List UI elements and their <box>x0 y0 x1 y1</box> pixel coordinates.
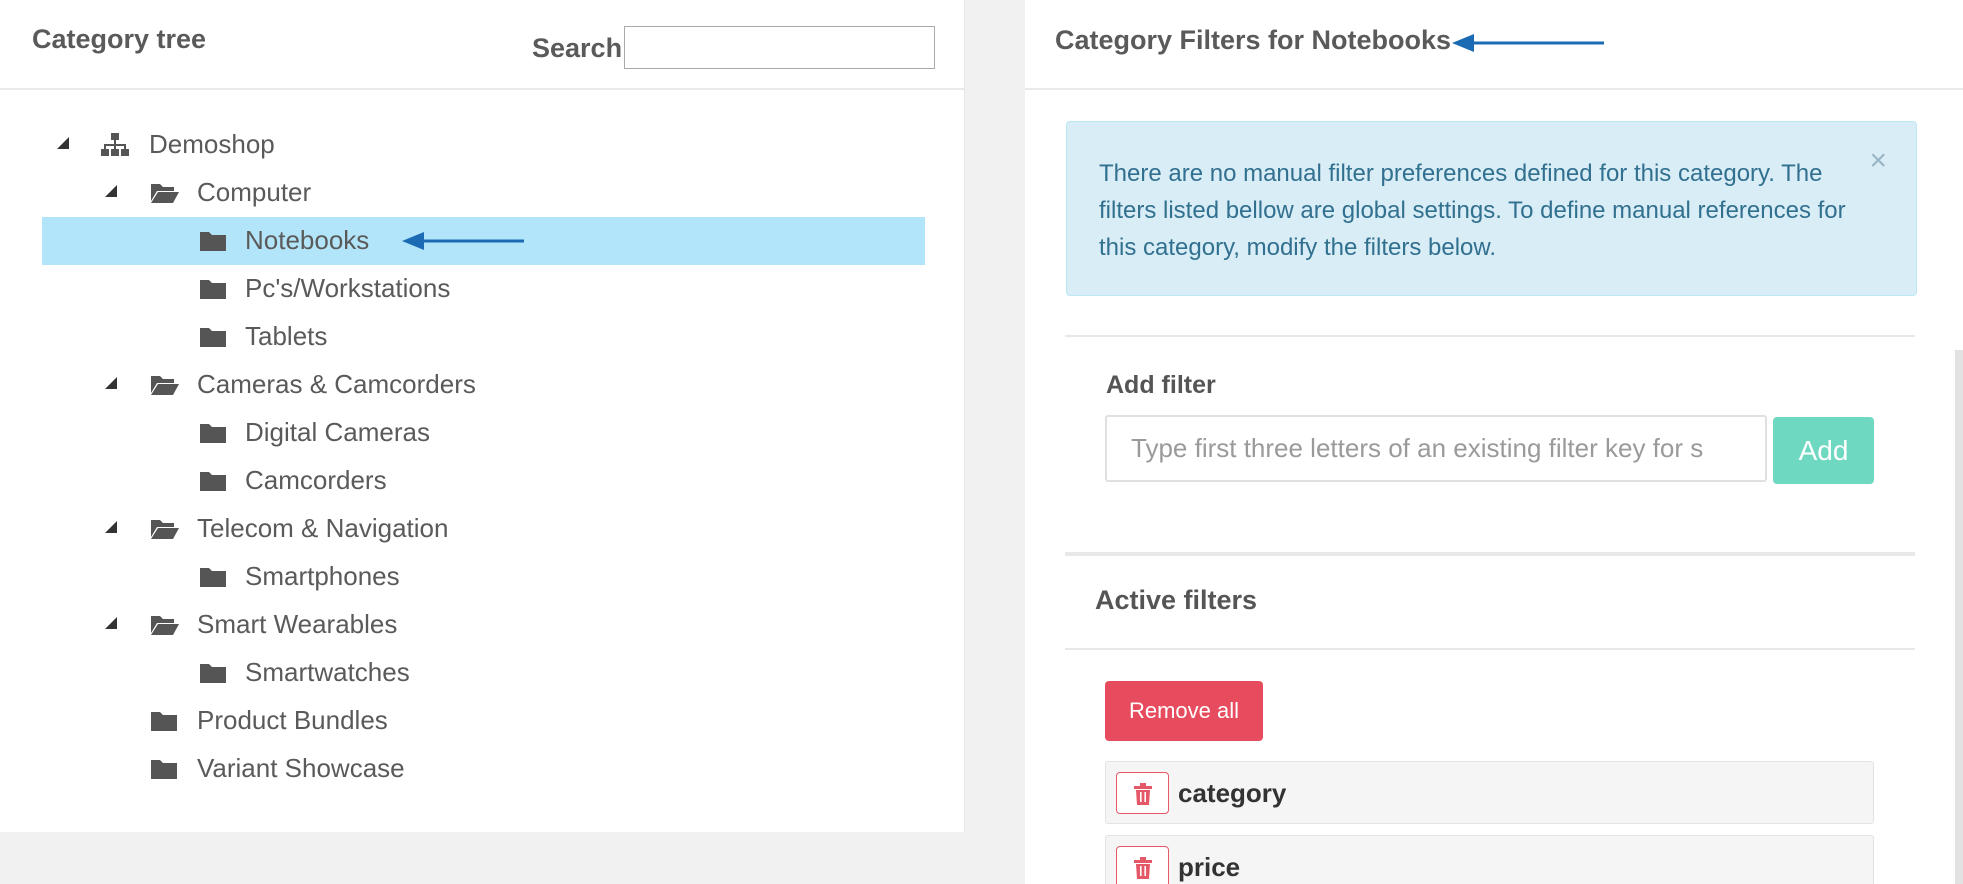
tree-node-smartwatches[interactable]: Smartwatches <box>42 649 925 697</box>
expand-toggle-icon[interactable] <box>105 521 117 533</box>
search-input[interactable] <box>624 26 935 69</box>
folder-open-icon <box>150 516 179 542</box>
sitemap-icon <box>101 132 129 158</box>
tree-node-computer[interactable]: Computer <box>42 169 925 217</box>
category-tree-panel: Category tree Search: Demoshop Computer … <box>0 0 965 832</box>
folder-open-icon <box>150 612 179 638</box>
tree-node-label[interactable]: Cameras & Camcorders <box>197 369 476 400</box>
divider <box>1065 648 1915 650</box>
active-filter-row: price <box>1105 835 1874 884</box>
tree-node-label[interactable]: Camcorders <box>245 465 387 496</box>
folder-open-icon <box>150 180 179 206</box>
tree-node-label[interactable]: Demoshop <box>149 129 275 160</box>
close-icon[interactable]: × <box>1869 144 1887 178</box>
tree-node-label[interactable]: Pc's/Workstations <box>245 273 450 304</box>
folder-icon <box>199 276 227 302</box>
filter-name: category <box>1178 778 1287 808</box>
tree-node-smartphones[interactable]: Smartphones <box>42 553 925 601</box>
tree-node-label[interactable]: Smart Wearables <box>197 609 397 640</box>
tree-node-cameras-camcorders[interactable]: Cameras & Camcorders <box>42 361 925 409</box>
tree-node-variant-showcase[interactable]: Variant Showcase <box>42 745 925 793</box>
tree-node-label[interactable]: Tablets <box>245 321 327 352</box>
folder-icon <box>199 564 227 590</box>
expand-toggle-icon[interactable] <box>105 377 117 389</box>
tree-node-label[interactable]: Variant Showcase <box>197 753 405 784</box>
category-filters-panel: Category Filters for Notebooks There are… <box>1025 0 1963 884</box>
category-filters-title: Category Filters for Notebooks <box>1055 25 1452 55</box>
folder-icon <box>199 468 227 494</box>
folder-icon <box>199 324 227 350</box>
active-filter-row: category <box>1105 761 1874 824</box>
tree-node-telecom-navigation[interactable]: Telecom & Navigation <box>42 505 925 553</box>
remove-all-button[interactable]: Remove all <box>1105 681 1263 741</box>
trash-icon <box>1134 783 1152 805</box>
add-filter-button[interactable]: Add <box>1773 417 1874 484</box>
divider <box>1065 552 1915 556</box>
tree-node-product-bundles[interactable]: Product Bundles <box>42 697 925 745</box>
folder-open-icon <box>150 372 179 398</box>
category-filters-header: Category Filters for Notebooks <box>1025 0 1963 90</box>
expand-toggle-icon[interactable] <box>105 617 117 629</box>
filter-key-input[interactable] <box>1105 415 1767 482</box>
folder-icon <box>199 660 227 686</box>
add-filter-label: Add filter <box>1106 371 1216 399</box>
trash-icon <box>1134 857 1152 879</box>
category-tree-header: Category tree Search: <box>0 0 965 90</box>
annotation-arrow-icon <box>402 232 524 250</box>
tree-node-camcorders[interactable]: Camcorders <box>42 457 925 505</box>
delete-filter-button[interactable] <box>1116 772 1169 814</box>
delete-filter-button[interactable] <box>1116 846 1169 884</box>
folder-icon <box>150 708 178 734</box>
tree-node-digital-cameras[interactable]: Digital Cameras <box>42 409 925 457</box>
folder-icon <box>150 756 178 782</box>
filter-name: price <box>1178 852 1241 882</box>
info-alert-text: There are no manual filter preferences d… <box>1099 160 1846 261</box>
category-tree-title: Category tree <box>32 24 207 54</box>
search-label: Search: <box>532 33 632 63</box>
tree-node-smart-wearables[interactable]: Smart Wearables <box>42 601 925 649</box>
tree-node-pcs-workstations[interactable]: Pc's/Workstations <box>42 265 925 313</box>
tree-node-label[interactable]: Smartwatches <box>245 657 410 688</box>
active-filters-label: Active filters <box>1095 585 1258 615</box>
folder-icon <box>199 420 227 446</box>
tree-node-demoshop[interactable]: Demoshop <box>42 121 925 169</box>
tree-node-label[interactable]: Product Bundles <box>197 705 388 736</box>
tree-node-label[interactable]: Computer <box>197 177 311 208</box>
folder-icon <box>199 228 227 254</box>
scrollbar[interactable] <box>1955 350 1963 884</box>
tree-node-label[interactable]: Smartphones <box>245 561 400 592</box>
tree-node-label[interactable]: Notebooks <box>245 225 369 256</box>
expand-toggle-icon[interactable] <box>57 137 69 149</box>
divider <box>1065 335 1915 337</box>
expand-toggle-icon[interactable] <box>105 185 117 197</box>
tree-node-label[interactable]: Telecom & Navigation <box>197 513 448 544</box>
info-alert: There are no manual filter preferences d… <box>1066 121 1917 296</box>
tree-node-label[interactable]: Digital Cameras <box>245 417 430 448</box>
tree-node-tablets[interactable]: Tablets <box>42 313 925 361</box>
annotation-arrow-icon <box>1452 34 1604 52</box>
